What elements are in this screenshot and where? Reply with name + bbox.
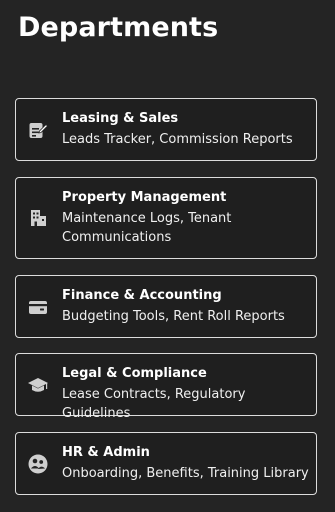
page-title: Departments [18, 12, 219, 43]
graduation-cap-icon [27, 374, 49, 396]
department-description: Lease Contracts, Regulatory Guidelines [62, 387, 246, 421]
wallet-icon [27, 296, 49, 318]
department-name: Property Management [62, 190, 227, 205]
edit-document-icon [27, 119, 49, 141]
building-icon [27, 207, 49, 229]
department-card-property-management[interactable]: Property Management Maintenance Logs, Te… [15, 177, 317, 259]
department-name: Legal & Compliance [62, 366, 207, 381]
department-list: Leasing & Sales Leads Tracker, Commissio… [15, 98, 317, 511]
department-description: Onboarding, Benefits, Training Library [62, 466, 309, 481]
department-card-leasing-sales[interactable]: Leasing & Sales Leads Tracker, Commissio… [15, 98, 317, 161]
department-name: Finance & Accounting [62, 288, 222, 303]
department-name: Leasing & Sales [62, 111, 179, 126]
department-description: Budgeting Tools, Rent Roll Reports [62, 309, 285, 324]
department-description: Leads Tracker, Commission Reports [62, 132, 293, 147]
people-group-icon [27, 453, 49, 475]
department-name: HR & Admin [62, 445, 150, 460]
department-description: Maintenance Logs, Tenant Communications [62, 211, 232, 245]
department-card-legal-compliance[interactable]: Legal & Compliance Lease Contracts, Regu… [15, 353, 317, 421]
department-card-finance-accounting[interactable]: Finance & Accounting Budgeting Tools, Re… [15, 275, 317, 338]
department-card-hr-admin[interactable]: HR & Admin Onboarding, Benefits, Trainin… [15, 432, 317, 495]
